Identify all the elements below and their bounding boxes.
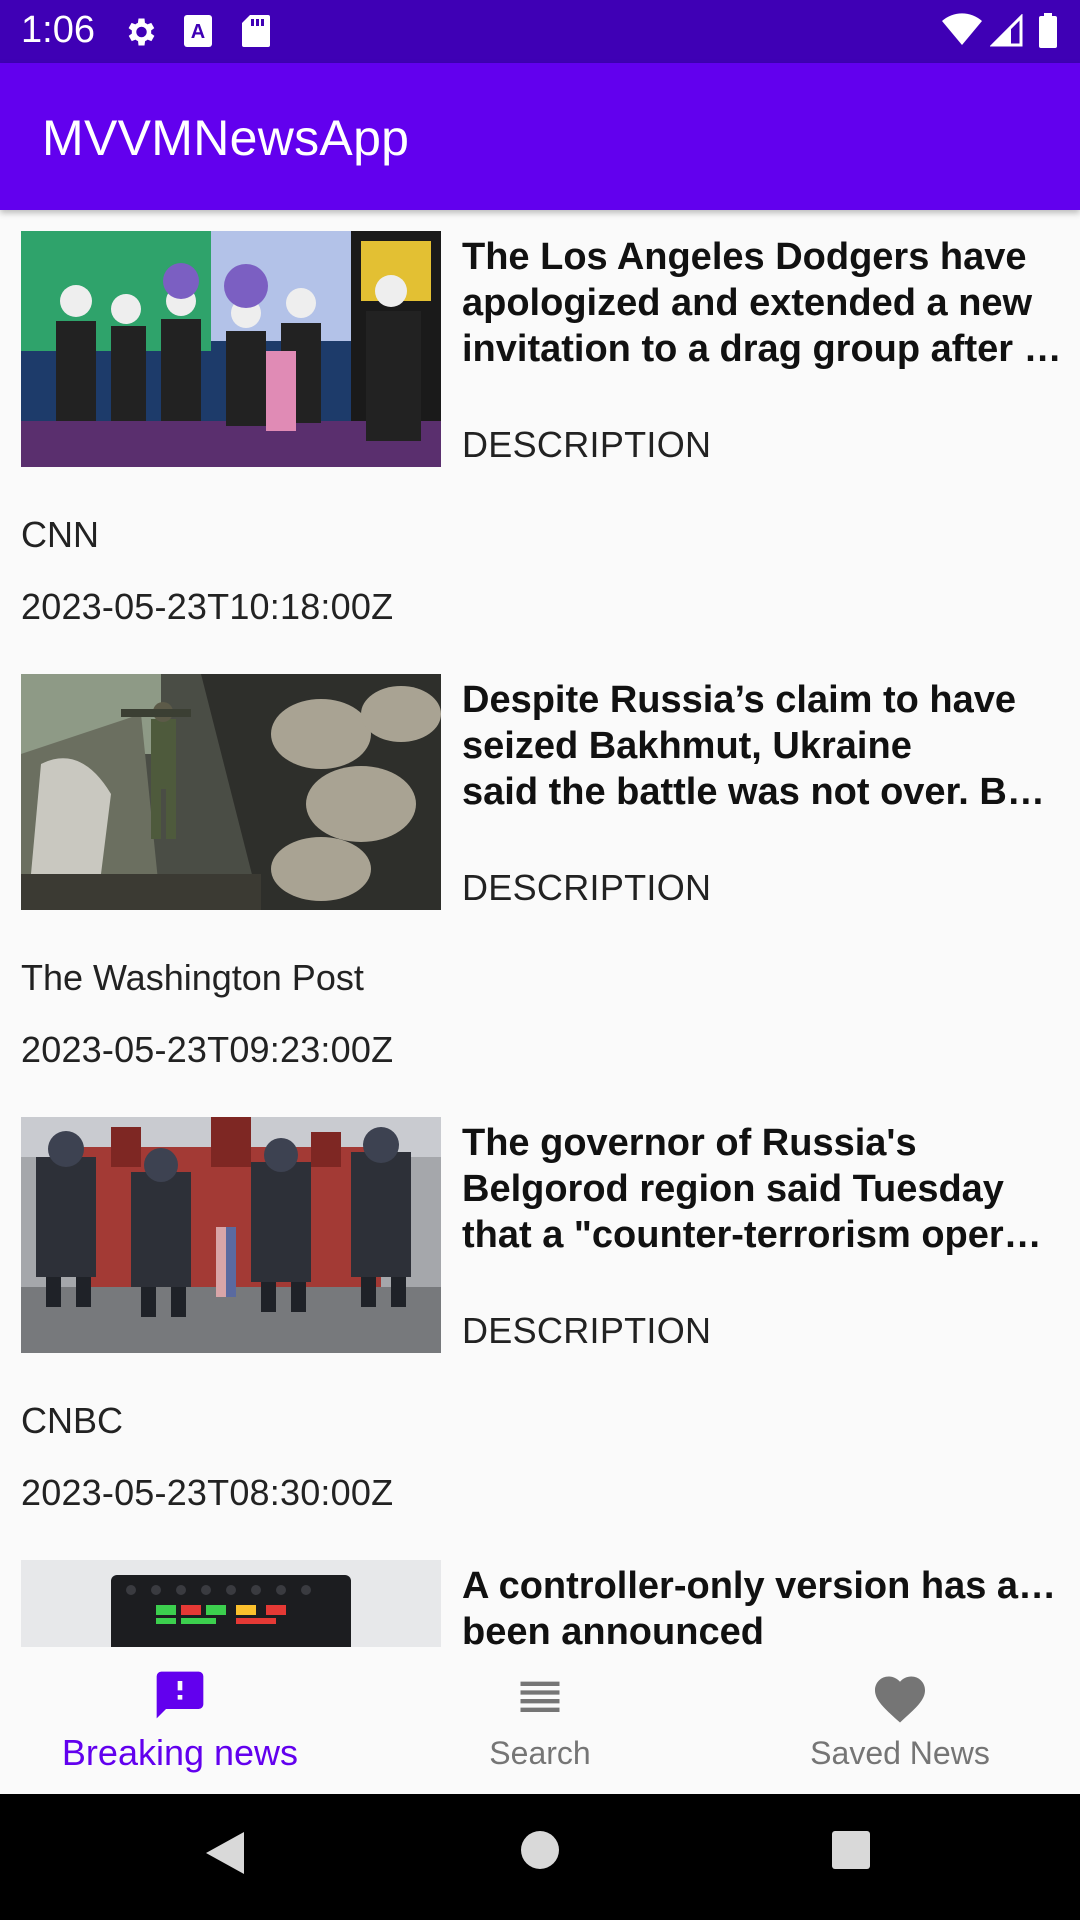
article-title: The governor of Russia's Belgorod region… [462, 1120, 1062, 1258]
system-navigation-bar [0, 1794, 1080, 1920]
gear-icon [128, 18, 155, 46]
article-description: DESCRIPTION [462, 424, 712, 465]
article-title-line: been announced [462, 1611, 764, 1647]
news-list[interactable]: The Los Angeles Dodgers have apologized … [0, 210, 1080, 1647]
home-icon[interactable] [520, 1830, 560, 1870]
app-title: MVVMNewsApp [42, 110, 410, 166]
article-image [21, 231, 441, 467]
list-icon [520, 1681, 560, 1712]
heart-icon [875, 1676, 925, 1723]
article-title-line: A controller-only version has also [462, 1565, 1062, 1607]
article-item[interactable]: A controller-only version has also been … [0, 1539, 1080, 1647]
article-item[interactable]: The Los Angeles Dodgers have apologized … [0, 210, 1080, 653]
nav-label: Breaking news [61, 1732, 299, 1773]
nav-breaking-news[interactable]: Breaking news [0, 1647, 360, 1794]
article-image [21, 1117, 441, 1353]
nav-label: Search [489, 1735, 591, 1771]
article-item[interactable]: The governor of Russia's Belgorod region… [0, 1096, 1080, 1539]
battery-icon [1039, 13, 1057, 48]
app-bar: MVVMNewsApp [0, 63, 1080, 210]
article-source: The Washington Post [21, 957, 364, 998]
article-image [21, 1560, 441, 1647]
article-title: The Los Angeles Dodgers have apologized … [462, 234, 1062, 372]
article-title-line: apologized and extended a new [462, 282, 1033, 324]
bottom-navigation: Breaking news Search Saved News [0, 1647, 1080, 1794]
status-bar: 1:06 A [0, 0, 1080, 63]
signal-icon [990, 14, 1023, 47]
article-title-line: seized Bakhmut, Ukraine [462, 725, 912, 767]
article-title-line: invitation to a drag group after e… [462, 328, 1062, 370]
back-icon[interactable] [204, 1830, 246, 1876]
article-item[interactable]: Despite Russia’s claim to have seized Ba… [0, 653, 1080, 1096]
article-title-line: that a "counter-terrorism operati… [462, 1214, 1062, 1256]
wifi-icon [942, 13, 982, 45]
article-title-line: Despite Russia’s claim to have [462, 679, 1017, 721]
article-source: CNBC [21, 1400, 124, 1441]
article-date: 2023-05-23T09:23:00Z [21, 1029, 394, 1070]
nav-label: Saved News [810, 1735, 990, 1771]
sd-card-icon [242, 15, 270, 47]
article-description: DESCRIPTION [462, 1310, 712, 1351]
article-title-line: said the battle was not over. Bef… [462, 771, 1062, 813]
article-title: Despite Russia’s claim to have seized Ba… [462, 677, 1062, 815]
article-date: 2023-05-23T10:18:00Z [21, 586, 394, 627]
article-title-line: Belgorod region said Tuesday [462, 1168, 1004, 1210]
breaking-news-icon [156, 1671, 204, 1719]
article-title-line: The Los Angeles Dodgers have [462, 236, 1027, 278]
article-source: CNN [21, 514, 99, 555]
recents-icon[interactable] [831, 1830, 871, 1870]
article-date: 2023-05-23T08:30:00Z [21, 1472, 394, 1513]
article-title: A controller-only version has also been … [462, 1563, 1062, 1647]
article-description: DESCRIPTION [462, 867, 712, 908]
nav-search[interactable]: Search [360, 1647, 720, 1794]
svg-text:A: A [191, 21, 205, 43]
a-font-icon: A [184, 15, 212, 47]
article-title-line: The governor of Russia's [462, 1122, 917, 1164]
nav-saved-news[interactable]: Saved News [720, 1647, 1080, 1794]
article-image [21, 674, 441, 910]
status-time: 1:06 [21, 9, 95, 51]
